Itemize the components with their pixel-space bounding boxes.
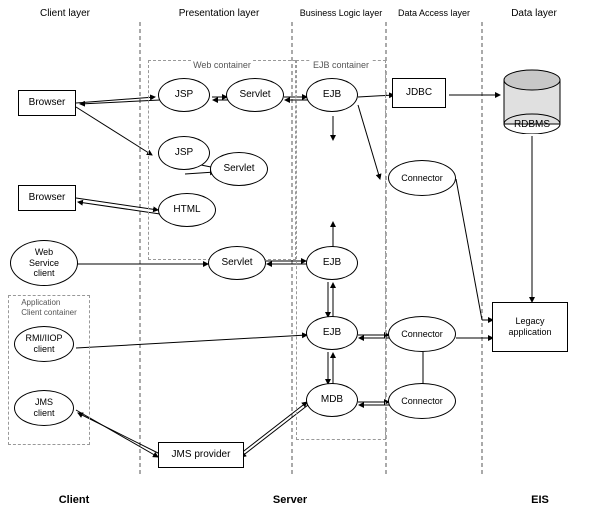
legacy-application: Legacyapplication [492, 302, 568, 352]
server-bottom-label: Server [200, 494, 380, 506]
client-layer-header: Client layer [10, 8, 120, 19]
browser1: Browser [18, 90, 76, 116]
data-access-layer-header: Data Access layer [388, 8, 480, 18]
business-layer-header: Business Logic layer [296, 8, 386, 18]
client-bottom-label: Client [10, 494, 138, 506]
ejb3: EJB [306, 316, 358, 350]
jms-provider: JMS provider [158, 442, 244, 468]
presentation-layer-header: Presentation layer [148, 8, 290, 19]
mdb: MDB [306, 383, 358, 417]
jms-client: JMSclient [14, 390, 74, 426]
browser2: Browser [18, 185, 76, 211]
connector2: Connector [388, 316, 456, 352]
data-layer-header: Data layer [484, 8, 584, 19]
ejb-container-label: EJB container [311, 60, 371, 70]
connector3: Connector [388, 383, 456, 419]
ejb1: EJB [306, 78, 358, 112]
diagram: Client layer Presentation layer Business… [0, 0, 592, 512]
jsp1: JSP [158, 78, 210, 112]
web-container-label: Web container [191, 60, 253, 70]
html: HTML [158, 193, 216, 227]
rmi-client: RMI/IIOPclient [14, 326, 74, 362]
jsp2: JSP [158, 136, 210, 170]
app-client-container-label: ApplicationClient container [19, 298, 79, 317]
rdbms-label: RDBMS [500, 119, 564, 130]
connector1: Connector [388, 160, 456, 196]
rdbms: RDBMS [500, 66, 564, 134]
servlet2: Servlet [210, 152, 268, 186]
ws-client: WebServiceclient [10, 240, 78, 286]
ejb2: EJB [306, 246, 358, 280]
jdbc: JDBC [392, 78, 446, 108]
servlet3: Servlet [208, 246, 266, 280]
eis-bottom-label: EIS [500, 494, 580, 506]
servlet1: Servlet [226, 78, 284, 112]
